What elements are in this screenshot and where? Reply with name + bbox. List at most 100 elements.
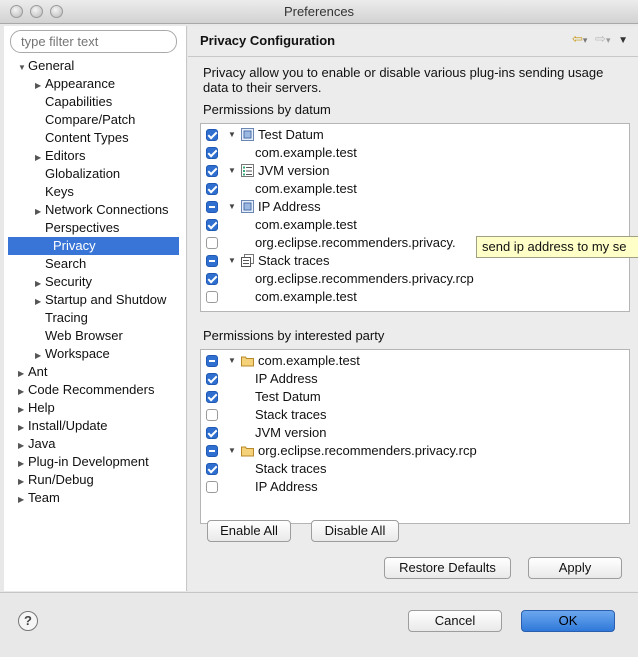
checkbox[interactable] [206, 291, 218, 303]
tree-group-row[interactable]: ▼ Test Datum [201, 126, 629, 144]
tree-item-security[interactable]: ▶ Security [35, 273, 92, 291]
window-title: Preferences [283, 4, 355, 19]
back-arrow-icon[interactable]: ⇦ [572, 31, 583, 46]
tree-group-row[interactable]: ▼ JVM version [201, 162, 629, 180]
expanded-arrow-icon[interactable]: ▼ [228, 442, 236, 460]
tree-group-row[interactable]: ▼ IP Address [201, 198, 629, 216]
tree-item-label: Globalization [45, 166, 121, 181]
tree-item-workspace[interactable]: ▶ Workspace [35, 345, 110, 363]
tree-child-row[interactable]: IP Address [201, 370, 629, 388]
tree-item-code-recommenders[interactable]: ▶ Code Recommenders [18, 381, 154, 399]
expanded-arrow-icon[interactable]: ▼ [18, 59, 28, 77]
datum-icon [241, 128, 254, 141]
tree-item-team[interactable]: ▶ Team [18, 489, 60, 507]
tree-item-label: Search [45, 256, 87, 271]
tree-item-run-debug[interactable]: ▶ Run/Debug [18, 471, 94, 489]
tree-child-row[interactable]: Stack traces [201, 460, 629, 478]
tree-child-row[interactable]: com.example.test [201, 180, 629, 198]
tree-child-row[interactable]: IP Address [201, 478, 629, 496]
partial-checkbox[interactable] [206, 201, 218, 213]
tree-item-ant[interactable]: ▶ Ant [18, 363, 48, 381]
back-dropdown-icon[interactable]: ▾ [583, 35, 588, 45]
checkbox[interactable] [206, 373, 218, 385]
tree-item-tracing[interactable]: Tracing [35, 309, 88, 327]
tree-child-row[interactable]: org.eclipse.recommenders.privacy.rcp [201, 270, 629, 288]
tree-item-search[interactable]: Search [35, 255, 86, 273]
partial-checkbox[interactable] [206, 255, 218, 267]
tree-item-network-connections[interactable]: ▶ Network Connections [35, 201, 169, 219]
apply-button[interactable]: Apply [528, 557, 622, 579]
row-label: com.example.test [255, 289, 357, 304]
forward-arrow-icon[interactable]: ⇨ [595, 31, 606, 46]
tree-item-help[interactable]: ▶ Help [18, 399, 55, 417]
tree-child-row[interactable]: com.example.test [201, 288, 629, 306]
tree-item-startup-and-shutdow[interactable]: ▶ Startup and Shutdow [35, 291, 166, 309]
expanded-arrow-icon[interactable]: ▼ [228, 162, 236, 180]
tree-group-row[interactable]: ▼ org.eclipse.recommenders.privacy.rcp [201, 442, 629, 460]
expanded-arrow-icon[interactable]: ▼ [228, 198, 236, 216]
enable-all-button[interactable]: Enable All [207, 520, 291, 542]
checkbox[interactable] [206, 219, 218, 231]
help-icon[interactable]: ? [18, 611, 38, 631]
party-permissions-tree[interactable]: ▼ com.example.test IP Address Test Datum Sta… [200, 349, 630, 524]
checkbox[interactable] [206, 165, 218, 177]
tree-child-row[interactable]: com.example.test [201, 144, 629, 162]
cancel-button[interactable]: Cancel [408, 610, 502, 632]
checkbox[interactable] [206, 463, 218, 475]
tree-item-label: Startup and Shutdow [45, 292, 167, 307]
tree-child-row[interactable]: Test Datum [201, 388, 629, 406]
expanded-arrow-icon[interactable]: ▼ [228, 126, 236, 144]
tree-item-capabilities[interactable]: Capabilities [35, 93, 112, 111]
tree-item-install-update[interactable]: ▶ Install/Update [18, 417, 108, 435]
tree-child-row[interactable]: JVM version [201, 424, 629, 442]
tree-item-globalization[interactable]: Globalization [35, 165, 120, 183]
tree-item-label: Java [28, 436, 56, 451]
header-divider [188, 56, 638, 57]
checkbox[interactable] [206, 129, 218, 141]
tree-item-appearance[interactable]: ▶ Appearance [35, 75, 115, 93]
tree-item-web-browser[interactable]: Web Browser [35, 327, 123, 345]
partial-checkbox[interactable] [206, 445, 218, 457]
collapsed-arrow-icon[interactable]: ▶ [18, 491, 28, 509]
checkbox[interactable] [206, 409, 218, 421]
tree-item-label: Compare/Patch [45, 112, 136, 127]
tree-item-java[interactable]: ▶ Java [18, 435, 55, 453]
tree-item-general[interactable]: ▼ General [18, 57, 74, 75]
expanded-arrow-icon[interactable]: ▼ [228, 352, 236, 370]
folder-icon [241, 354, 254, 367]
title-bar: Preferences [0, 0, 638, 24]
tree-item-plug-in-development[interactable]: ▶ Plug-in Development [18, 453, 149, 471]
checkbox[interactable] [206, 147, 218, 159]
partial-checkbox[interactable] [206, 355, 218, 367]
tree-item-privacy[interactable]: Privacy [8, 237, 179, 255]
checkbox[interactable] [206, 183, 218, 195]
tree-item-keys[interactable]: Keys [35, 183, 74, 201]
folder-icon [241, 444, 254, 457]
datum-permissions-tree[interactable]: ▼ Test Datum com.example.test ▼ JVM version c… [200, 123, 630, 312]
tree-child-row[interactable]: Stack traces [201, 406, 629, 424]
disable-all-button[interactable]: Disable All [311, 520, 399, 542]
tree-item-content-types[interactable]: Content Types [35, 129, 129, 147]
checkbox[interactable] [206, 391, 218, 403]
tree-item-compare-patch[interactable]: Compare/Patch [35, 111, 135, 129]
forward-dropdown-icon[interactable]: ▾ [606, 35, 611, 45]
checkbox[interactable] [206, 481, 218, 493]
restore-defaults-button[interactable]: Restore Defaults [384, 557, 511, 579]
filter-input[interactable] [10, 30, 177, 53]
tree-child-row[interactable]: com.example.test [201, 216, 629, 234]
tree-item-label: Network Connections [45, 202, 169, 217]
tree-item-perspectives[interactable]: Perspectives [35, 219, 119, 237]
tree-item-editors[interactable]: ▶ Editors [35, 147, 85, 165]
row-label: com.example.test [255, 181, 357, 196]
expanded-arrow-icon[interactable]: ▼ [228, 252, 236, 270]
view-menu-icon[interactable]: ▼ [618, 35, 628, 46]
tree-group-row[interactable]: ▼ com.example.test [201, 352, 629, 370]
datum-section-label: Permissions by datum [203, 102, 331, 117]
tree-item-label: General [28, 58, 75, 73]
checkbox[interactable] [206, 237, 218, 249]
row-label: IP Address [255, 371, 318, 386]
checkbox[interactable] [206, 273, 218, 285]
row-label: Test Datum [255, 389, 321, 404]
checkbox[interactable] [206, 427, 218, 439]
ok-button[interactable]: OK [521, 610, 615, 632]
